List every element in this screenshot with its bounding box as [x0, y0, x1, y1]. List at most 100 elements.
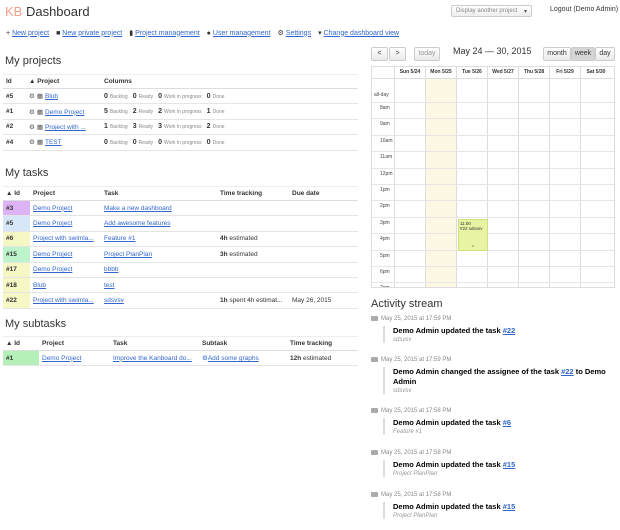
calendar-allday-row[interactable]: all-day — [372, 78, 614, 102]
activity-task-link[interactable]: #6 — [503, 418, 511, 427]
nav-project-management[interactable]: ▮ Project management — [129, 28, 199, 38]
app-logo[interactable]: KB Dashboard — [5, 4, 90, 19]
task-title-link[interactable]: test — [104, 282, 114, 289]
col-header-id[interactable]: ▲ Id — [3, 186, 30, 201]
nav-settings[interactable]: ⚙ Settings — [278, 28, 312, 38]
calendar-hour-row[interactable]: 2pm — [372, 200, 614, 216]
nav-change-view-label[interactable]: Change dashboard view — [324, 30, 400, 37]
calendar-icon[interactable]: ▦ — [37, 109, 43, 116]
calendar-prev-button[interactable]: < — [371, 47, 388, 61]
project-link[interactable]: Project with ... — [45, 124, 86, 131]
task-project-link[interactable]: Project with swimla... — [33, 297, 94, 304]
project-link[interactable]: Blub — [45, 93, 58, 100]
calendar-hour-row[interactable]: 4pm — [372, 233, 614, 249]
task-project-link[interactable]: Demo Project — [33, 266, 72, 273]
col-header-time-tracking[interactable]: Time tracking — [217, 186, 289, 201]
col-header-id[interactable]: ▲ Id — [3, 336, 39, 351]
calendar-day-header[interactable]: Sun 5/24 — [394, 67, 425, 78]
calendar-view-week[interactable]: week — [571, 47, 595, 61]
nav-user-management-label[interactable]: User management — [213, 30, 271, 37]
task-title-link[interactable]: Add awesome features — [104, 220, 170, 227]
task-project-link[interactable]: Blub — [33, 282, 46, 289]
calendar-day-header[interactable]: Wed 5/27 — [487, 67, 518, 78]
task-title-link[interactable]: Make a new dashboard — [104, 205, 172, 212]
subtask-link[interactable]: Add some graphs — [208, 355, 259, 362]
activity-task-link[interactable]: #22 — [561, 367, 574, 376]
nav-settings-label[interactable]: Settings — [286, 30, 311, 37]
nav-new-private-project-label[interactable]: New private project — [62, 30, 122, 37]
logout-link[interactable]: Logout (Demo Admin) — [550, 6, 618, 13]
task-project-link[interactable]: Demo Project — [33, 205, 72, 212]
calendar-hour-row[interactable]: 12pm — [372, 167, 614, 184]
activity-task-link[interactable]: #15 — [503, 502, 516, 511]
col-header-due-date[interactable]: Due date — [289, 186, 358, 201]
calendar-hour-row[interactable]: 9am — [372, 118, 614, 134]
task-title-link[interactable]: sdsvsv — [104, 297, 124, 304]
calendar-day-header[interactable]: Sat 5/30 — [580, 67, 611, 78]
calendar-hour-row[interactable]: 7pm — [372, 282, 614, 287]
calendar-day-header[interactable]: Mon 5/25 — [425, 67, 456, 78]
calendar-hour-row[interactable]: 6pm — [372, 266, 614, 282]
nav-new-private-project[interactable]: ■ New private project — [56, 28, 122, 38]
activity-text: Demo Admin updated the task #22 — [393, 326, 616, 336]
task-title-link[interactable]: bbbb — [104, 266, 118, 273]
calendar-day-header[interactable]: Tue 5/26 — [456, 67, 487, 78]
nav-user-management[interactable]: ● User management — [207, 28, 271, 38]
task-id[interactable]: #5 — [3, 215, 30, 232]
task-id[interactable]: #17 — [3, 262, 30, 278]
subtask-id[interactable]: #1 — [3, 350, 39, 367]
gear-icon[interactable]: ⚙ — [29, 109, 35, 116]
calendar-icon[interactable]: ▦ — [37, 124, 43, 131]
calendar-hour-row[interactable]: 8am — [372, 102, 614, 118]
task-title-link[interactable]: Project PlanPlan — [104, 251, 152, 258]
project-link[interactable]: Demo Project — [45, 109, 84, 116]
calendar-event[interactable]: 11:00 #22 sdsvsv = — [458, 219, 488, 251]
project-select[interactable]: Display another project ▾ — [451, 5, 532, 17]
task-id[interactable]: #6 — [3, 231, 30, 248]
project-link[interactable]: TEST — [45, 139, 62, 146]
task-project-link[interactable]: Demo Project — [33, 220, 72, 227]
col-header-id[interactable]: Id — [3, 74, 26, 89]
nav-new-project[interactable]: + New project — [6, 28, 49, 38]
col-header-project[interactable]: Project — [30, 186, 101, 201]
activity-task-link[interactable]: #15 — [503, 460, 516, 469]
task-id[interactable]: #3 — [3, 200, 30, 217]
gear-icon[interactable]: ⚙ — [29, 139, 35, 146]
nav-project-management-label[interactable]: Project management — [135, 30, 200, 37]
calendar-view-month[interactable]: month — [543, 47, 571, 61]
nav-new-project-label[interactable]: New project — [12, 30, 49, 37]
gear-icon[interactable]: ⚙ — [29, 93, 35, 100]
task-id[interactable]: #18 — [3, 277, 30, 294]
activity-task-link[interactable]: #22 — [503, 326, 516, 335]
subtask-task-link[interactable]: Improve the Kanboard do... — [113, 355, 192, 362]
task-id[interactable]: #15 — [3, 246, 30, 263]
task-project-link[interactable]: Project with swimla... — [33, 235, 94, 242]
calendar-hour-row[interactable]: 10am — [372, 134, 614, 151]
task-project-link[interactable]: Demo Project — [33, 251, 72, 258]
gear-icon[interactable]: ⚙ — [29, 124, 35, 131]
calendar-day-header[interactable]: Fri 5/29 — [549, 67, 580, 78]
calendar-next-button[interactable]: > — [389, 47, 406, 61]
calendar-view-day[interactable]: day — [595, 47, 615, 61]
subtask-project-link[interactable]: Demo Project — [42, 355, 81, 362]
calendar-hour-row[interactable]: 3pm — [372, 216, 614, 233]
col-header-project[interactable]: Project — [39, 336, 110, 351]
calendar-hour-row[interactable]: 1pm — [372, 184, 614, 200]
task-title-link[interactable]: Feature #1 — [104, 235, 135, 242]
task-id[interactable]: #22 — [3, 292, 30, 309]
logout-label[interactable]: Logout (Demo Admin) — [550, 6, 618, 13]
col-header-subtask[interactable]: Subtask — [199, 336, 287, 351]
col-header-project[interactable]: ▲ Project — [26, 74, 101, 89]
calendar-today-button[interactable]: today — [414, 47, 440, 61]
col-header-columns[interactable]: Columns — [101, 74, 358, 89]
resize-handle-icon[interactable]: = — [460, 243, 486, 248]
col-header-task[interactable]: Task — [101, 186, 217, 201]
calendar-hour-row[interactable]: 11am — [372, 151, 614, 167]
calendar-day-header[interactable]: Thu 5/28 — [518, 67, 549, 78]
calendar-icon[interactable]: ▦ — [37, 93, 43, 100]
calendar-hour-row[interactable]: 5pm — [372, 249, 614, 266]
nav-change-view[interactable]: ▾ Change dashboard view — [318, 28, 399, 38]
col-header-task[interactable]: Task — [110, 336, 199, 351]
col-header-time-tracking[interactable]: Time tracking — [287, 336, 358, 351]
calendar-icon[interactable]: ▦ — [37, 139, 43, 146]
